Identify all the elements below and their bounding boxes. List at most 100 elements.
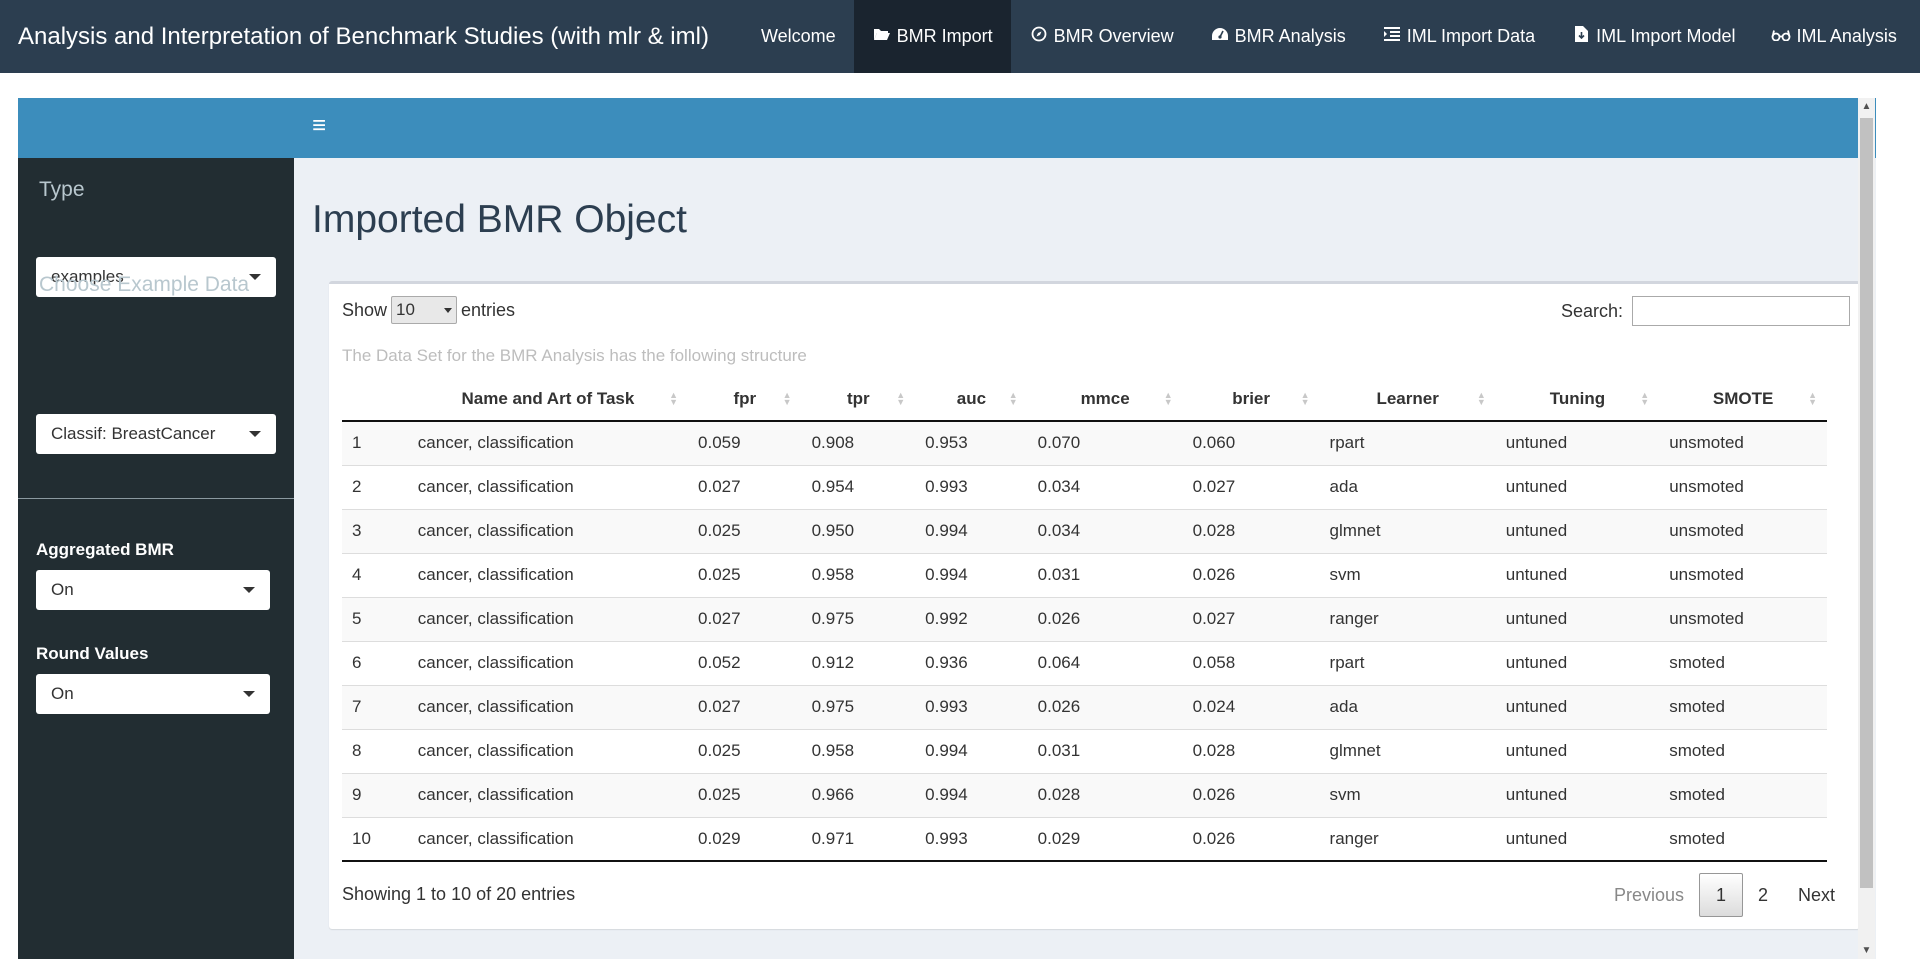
column-header[interactable]: mmce ▲ ▼	[1027, 377, 1183, 422]
example-data-select[interactable]: Classif: BreastCancer	[36, 414, 276, 454]
table-cell: 0.064	[1027, 640, 1183, 685]
next-button[interactable]: Next	[1783, 873, 1850, 917]
aggregated-bmr-label: Aggregated BMR	[36, 540, 174, 559]
column-header[interactable]: Name and Art of Task ▲ ▼	[407, 377, 689, 422]
table-row[interactable]: 5 cancer, classification 0.027 0.975 0.992 0.…	[342, 596, 1827, 641]
table-cell: 0.059	[688, 420, 802, 465]
column-header-label: Name and Art of Task	[461, 388, 635, 408]
tab-welcome[interactable]: Welcome	[743, 0, 854, 73]
column-header[interactable]: auc ▲ ▼	[915, 377, 1028, 422]
round-values-select[interactable]: On	[36, 674, 270, 714]
table-cell: 0.994	[915, 552, 1028, 597]
aggregated-bmr-select[interactable]: On	[36, 570, 270, 610]
page-button-1[interactable]: 1	[1698, 873, 1743, 917]
chevron-down-icon	[249, 431, 261, 437]
table-cell: cancer, classification	[407, 772, 689, 817]
table-cell: ada	[1319, 464, 1496, 509]
table-cell: smoted	[1659, 816, 1827, 862]
chevron-down-icon	[249, 274, 261, 280]
column-header[interactable]: brier ▲ ▼	[1182, 377, 1320, 422]
table-cell: cancer, classification	[407, 684, 689, 729]
tab-bmr-analysis[interactable]: BMR Analysis	[1192, 0, 1364, 73]
table-cell: 0.029	[1027, 816, 1183, 862]
table-cell: 0.975	[801, 684, 916, 729]
sort-icon: ▲ ▼	[1163, 389, 1173, 407]
table-row[interactable]: 8 cancer, classification 0.025 0.958 0.994 0.…	[342, 728, 1827, 773]
data-table-box: Show 10 entries Search: The Data Set for…	[329, 281, 1860, 929]
column-header[interactable]: fpr ▲ ▼	[688, 377, 802, 422]
table-cell: 0.992	[915, 596, 1028, 641]
column-header[interactable]: Learner ▲ ▼	[1319, 377, 1496, 422]
indent-icon	[1382, 27, 1402, 46]
table-row[interactable]: 10 cancer, classification 0.029 0.971 0.993 0…	[342, 816, 1827, 862]
scroll-thumb[interactable]	[1860, 118, 1873, 888]
table-cell: untuned	[1495, 640, 1660, 685]
sort-icon: ▲ ▼	[1640, 389, 1650, 407]
table-cell: rpart	[1319, 420, 1496, 465]
folder-open-icon	[872, 27, 892, 46]
table-cell: untuned	[1495, 552, 1660, 597]
table-cell: cancer, classification	[407, 816, 689, 862]
table-row[interactable]: 1 cancer, classification 0.059 0.908 0.953 0.…	[342, 420, 1827, 465]
tab-bmr-import[interactable]: BMR Import	[853, 0, 1011, 73]
table-info: Showing 1 to 10 of 20 entries	[342, 884, 576, 904]
table-cell: untuned	[1495, 684, 1660, 729]
sidebar-toggle-icon[interactable]: ≡	[312, 114, 326, 138]
table-row[interactable]: 3 cancer, classification 0.025 0.950 0.994 0.…	[342, 508, 1827, 553]
table-cell: 0.025	[688, 508, 802, 553]
search-input[interactable]	[1632, 296, 1850, 326]
column-header-label: Learner	[1376, 388, 1439, 408]
table-cell: 2	[342, 464, 408, 509]
scroll-down-icon[interactable]: ▼	[1858, 942, 1875, 959]
column-header-index[interactable]	[342, 377, 408, 422]
table-cell: svm	[1319, 552, 1496, 597]
table-cell: 0.034	[1027, 508, 1183, 553]
table-cell: cancer, classification	[407, 552, 689, 597]
page-button-2[interactable]: 2	[1743, 873, 1783, 917]
table-cell: 0.958	[801, 552, 916, 597]
table-cell: 0.026	[1027, 596, 1183, 641]
table-cell: 0.994	[915, 728, 1028, 773]
top-navbar: Analysis and Interpretation of Benchmark…	[0, 0, 1920, 73]
table-row[interactable]: 6 cancer, classification 0.052 0.912 0.936 0.…	[342, 640, 1827, 685]
tab-iml-import-data[interactable]: IML Import Data	[1364, 0, 1553, 73]
column-header-label: auc	[956, 388, 987, 408]
bmr-table: Name and Art of Task ▲ ▼ fpr ▲ ▼ tpr ▲ ▼ auc ▲ ▼ mmc…	[342, 377, 1827, 862]
page-title: Imported BMR Object	[312, 198, 687, 241]
nav-tabs: Welcome BMR Import BMR Overview BMR Anal…	[743, 0, 1915, 73]
table-row[interactable]: 7 cancer, classification 0.027 0.975 0.993 0.…	[342, 684, 1827, 729]
app-title[interactable]: Analysis and Interpretation of Benchmark…	[0, 0, 727, 73]
table-cell: 0.958	[801, 728, 916, 773]
table-cell: 0.029	[688, 816, 802, 862]
page-length-select[interactable]: 10	[391, 296, 458, 324]
table-cell: glmnet	[1319, 728, 1496, 773]
tab-bmr-overview[interactable]: BMR Overview	[1011, 0, 1192, 73]
sort-icon: ▲ ▼	[1300, 389, 1310, 407]
previous-button[interactable]: Previous	[1599, 873, 1699, 917]
tab-iml-import-model[interactable]: IML Import Model	[1553, 0, 1753, 73]
sidebar-header	[18, 98, 294, 158]
table-cell: 0.975	[801, 596, 916, 641]
table-cell: 0.024	[1182, 684, 1320, 729]
sort-icon: ▲ ▼	[1008, 389, 1018, 407]
table-cell: 0.027	[688, 464, 802, 509]
round-values-value: On	[51, 684, 74, 703]
column-header-label: fpr	[733, 388, 757, 408]
table-cell: 0.971	[801, 816, 916, 862]
table-row[interactable]: 4 cancer, classification 0.025 0.958 0.994 0.…	[342, 552, 1827, 597]
column-header[interactable]: Tuning ▲ ▼	[1495, 377, 1660, 422]
tab-iml-analysis[interactable]: IML Analysis	[1753, 0, 1914, 73]
table-cell: 0.025	[688, 728, 802, 773]
column-header[interactable]: tpr ▲ ▼	[801, 377, 916, 422]
table-row[interactable]: 9 cancer, classification 0.025 0.966 0.994 0.…	[342, 772, 1827, 817]
table-cell: 0.031	[1027, 552, 1183, 597]
page-scrollbar[interactable]: ▲ ▼	[1858, 98, 1875, 959]
scroll-up-icon[interactable]: ▲	[1858, 98, 1875, 115]
table-cell: 0.026	[1182, 552, 1320, 597]
tab-label: IML Import Data	[1406, 26, 1536, 46]
column-header[interactable]: SMOTE ▲ ▼	[1659, 377, 1827, 422]
column-header-label: tpr	[847, 388, 870, 408]
table-cell: ranger	[1319, 816, 1496, 862]
table-cell: smoted	[1659, 640, 1827, 685]
table-row[interactable]: 2 cancer, classification 0.027 0.954 0.993 0.…	[342, 464, 1827, 509]
